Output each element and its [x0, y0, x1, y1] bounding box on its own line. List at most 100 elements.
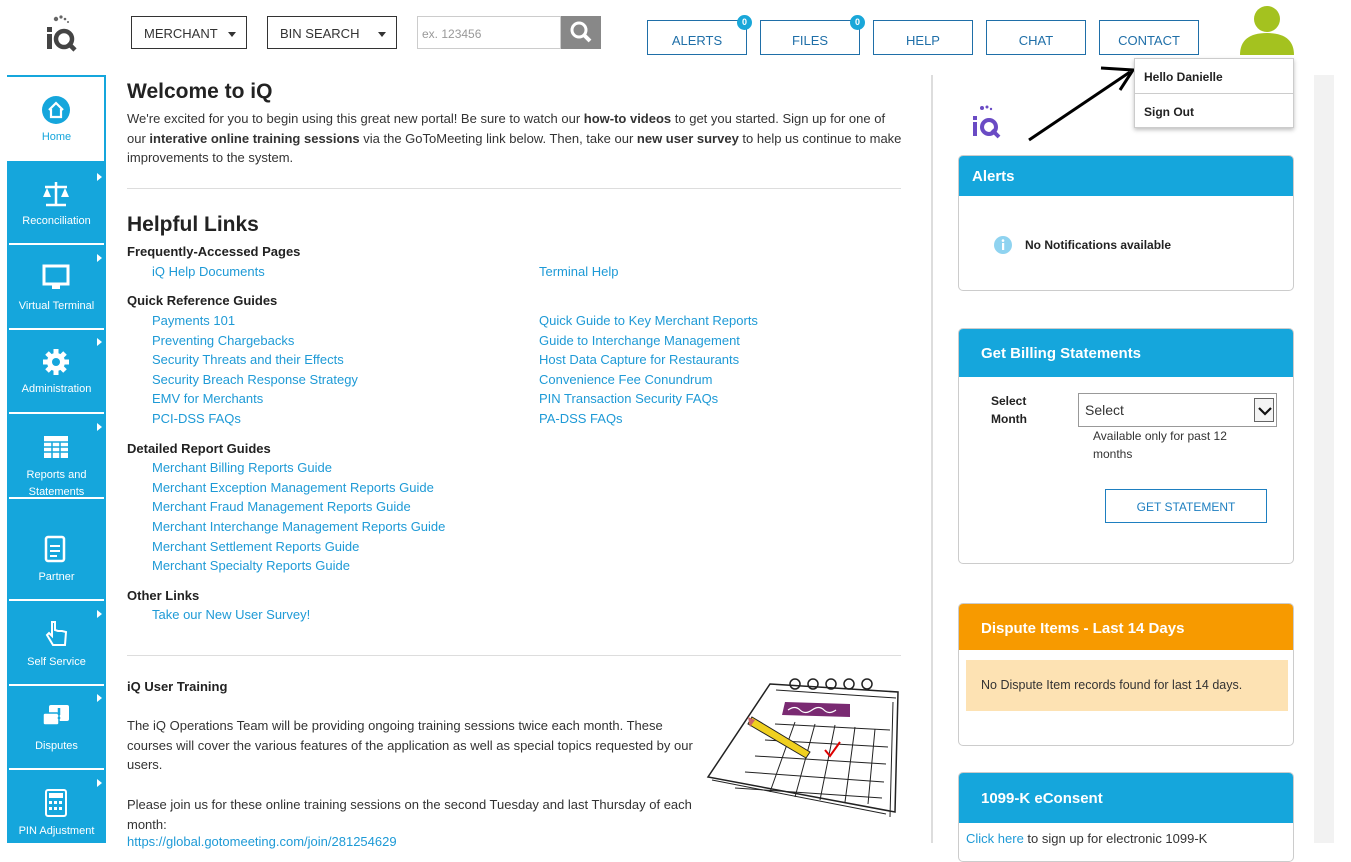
section-title: Detailed Report Guides	[127, 441, 271, 456]
alerts-card: Alerts No Notifications available	[958, 155, 1294, 291]
sidebar-item-partner[interactable]: Partner	[7, 517, 106, 600]
user-avatar-icon[interactable]	[1238, 3, 1296, 55]
files-label: FILES	[791, 33, 829, 48]
help-button[interactable]: HELP	[873, 20, 973, 55]
guide-link[interactable]: PIN Transaction Security FAQs	[539, 391, 718, 406]
alerts-message: No Notifications available	[1025, 238, 1172, 252]
report-guide-link[interactable]: Merchant Settlement Reports Guide	[152, 539, 359, 554]
guide-link[interactable]: Security Breach Response Strategy	[152, 372, 358, 387]
econsent-text: Click here to sign up for electronic 109…	[966, 831, 1208, 846]
hand-pointer-icon	[45, 621, 68, 646]
econsent-card: 1099-K eConsent Click here to sign up fo…	[958, 772, 1294, 862]
search-icon	[570, 21, 592, 43]
sidebar-item-home[interactable]: Home	[7, 75, 106, 163]
monitor-icon	[42, 264, 70, 289]
guide-link[interactable]: Payments 101	[152, 313, 235, 328]
files-button[interactable]: FILES 0	[760, 15, 865, 55]
calculator-icon	[45, 789, 67, 817]
sidebar-item-disputes[interactable]: Disputes	[7, 686, 106, 769]
disputes-message: No Dispute Item records found for last 1…	[966, 660, 1288, 711]
iq-logo	[47, 15, 77, 52]
sidebar-item-label: Reconciliation	[22, 215, 91, 227]
scrollbar-track[interactable]	[1314, 75, 1334, 843]
iq-logo-small	[973, 105, 1001, 139]
search-button[interactable]	[561, 16, 601, 49]
chevron-down-icon	[228, 32, 236, 37]
user-greeting[interactable]: Hello Danielle	[1135, 59, 1293, 94]
training-schedule-text: Please join us for these online training…	[127, 797, 692, 832]
training-text: The iQ Operations Team will be providing…	[127, 718, 693, 772]
search-input[interactable]: ex. 123456	[417, 16, 561, 49]
alerts-button[interactable]: ALERTS 0	[647, 15, 752, 55]
intro-text: We're excited for you to begin using thi…	[127, 111, 902, 165]
disputes-card: Dispute Items - Last 14 Days No Dispute …	[958, 603, 1294, 746]
calendar-illustration-icon	[706, 678, 899, 818]
guide-link[interactable]: PCI-DSS FAQs	[152, 411, 241, 426]
econsent-card-title: 1099-K eConsent	[959, 773, 1293, 823]
alerts-badge: 0	[737, 15, 752, 30]
guide-link[interactable]: Quick Guide to Key Merchant Reports	[539, 313, 758, 328]
bin-search-dropdown-label: BIN SEARCH	[280, 26, 360, 41]
guide-link[interactable]: PA-DSS FAQs	[539, 411, 623, 426]
disputes-card-title: Dispute Items - Last 14 Days	[959, 604, 1293, 650]
sidebar-item-pin-adjustment[interactable]: PIN Adjustment	[7, 771, 106, 854]
link-help-documents[interactable]: iQ Help Documents	[152, 264, 265, 279]
chat-label: CHAT	[1018, 33, 1054, 48]
billing-card: Get Billing Statements Select Month Sele…	[958, 328, 1294, 564]
sidebar-item-label: Home	[41, 131, 72, 143]
section-title: Other Links	[127, 588, 200, 603]
page-title: Welcome to iQ	[127, 80, 273, 103]
billing-note: Available only for past 12 months	[1093, 429, 1227, 461]
gotomeeting-link[interactable]: https://global.gotomeeting.com/join/2812…	[127, 834, 397, 849]
alerts-label: ALERTS	[671, 33, 723, 48]
chat-button[interactable]: CHAT	[986, 20, 1086, 55]
signout-link[interactable]: Sign Out	[1135, 94, 1293, 129]
info-icon	[994, 236, 1012, 254]
sidebar-item-self-service[interactable]: Self Service	[7, 602, 106, 685]
sidebar-item-reconciliation[interactable]: Reconciliation	[7, 165, 106, 248]
billing-card-title: Get Billing Statements	[959, 329, 1293, 377]
alerts-card-title: Alerts	[959, 156, 1293, 196]
bin-search-dropdown[interactable]: BIN SEARCH	[267, 16, 397, 49]
sidebar-item-label: Partner	[38, 571, 75, 583]
month-select-value: Select	[1085, 402, 1124, 418]
report-guide-link[interactable]: Merchant Fraud Management Reports Guide	[152, 499, 411, 514]
guide-link[interactable]: EMV for Merchants	[152, 391, 263, 406]
divider	[127, 655, 901, 656]
guide-link[interactable]: Security Threats and their Effects	[152, 352, 344, 367]
help-label: HELP	[906, 33, 940, 48]
report-guide-link[interactable]: Merchant Interchange Management Reports …	[152, 519, 445, 534]
training-title: iQ User Training	[127, 679, 228, 694]
sidebar-item-label: PIN Adjustment	[18, 825, 95, 837]
report-guide-link[interactable]: Merchant Exception Management Reports Gu…	[152, 480, 434, 495]
get-statement-button[interactable]: GET STATEMENT	[1105, 489, 1267, 523]
files-badge: 0	[850, 15, 865, 30]
contact-label: CONTACT	[1118, 33, 1180, 48]
guide-link[interactable]: Convenience Fee Conundrum	[539, 372, 712, 387]
sidebar-item-administration[interactable]: Administration	[7, 330, 106, 413]
report-guide-link[interactable]: Merchant Billing Reports Guide	[152, 460, 332, 475]
econsent-link[interactable]: Click here	[966, 831, 1024, 846]
merchant-dropdown[interactable]: MERCHANT	[131, 16, 247, 49]
spreadsheet-icon	[44, 436, 68, 458]
guide-link[interactable]: Preventing Chargebacks	[152, 333, 294, 348]
guide-link[interactable]: Host Data Capture for Restaurants	[539, 352, 739, 367]
sidebar-item-label: Reports and Statements	[26, 469, 87, 498]
survey-link[interactable]: Take our New User Survey!	[152, 607, 310, 622]
select-month-label: Select Month	[991, 394, 1027, 426]
document-icon	[44, 535, 66, 563]
sidebar-item-reports[interactable]: Reports and Statements	[7, 415, 106, 498]
month-select[interactable]: Select	[1078, 393, 1277, 427]
merchant-dropdown-label: MERCHANT	[144, 26, 218, 41]
report-guide-link[interactable]: Merchant Specialty Reports Guide	[152, 558, 350, 573]
sidebar-item-virtual-terminal[interactable]: Virtual Terminal	[7, 246, 106, 329]
chevron-down-icon	[378, 32, 386, 37]
chat-alert-icon	[42, 705, 69, 726]
sidebar-item-label: Disputes	[35, 740, 78, 752]
section-title: Frequently-Accessed Pages	[127, 244, 301, 259]
divider	[127, 188, 901, 189]
contact-button[interactable]: CONTACT	[1099, 20, 1199, 55]
guide-link[interactable]: Guide to Interchange Management	[539, 333, 740, 348]
link-terminal-help[interactable]: Terminal Help	[539, 264, 618, 279]
helpful-links-title: Helpful Links	[127, 213, 259, 236]
